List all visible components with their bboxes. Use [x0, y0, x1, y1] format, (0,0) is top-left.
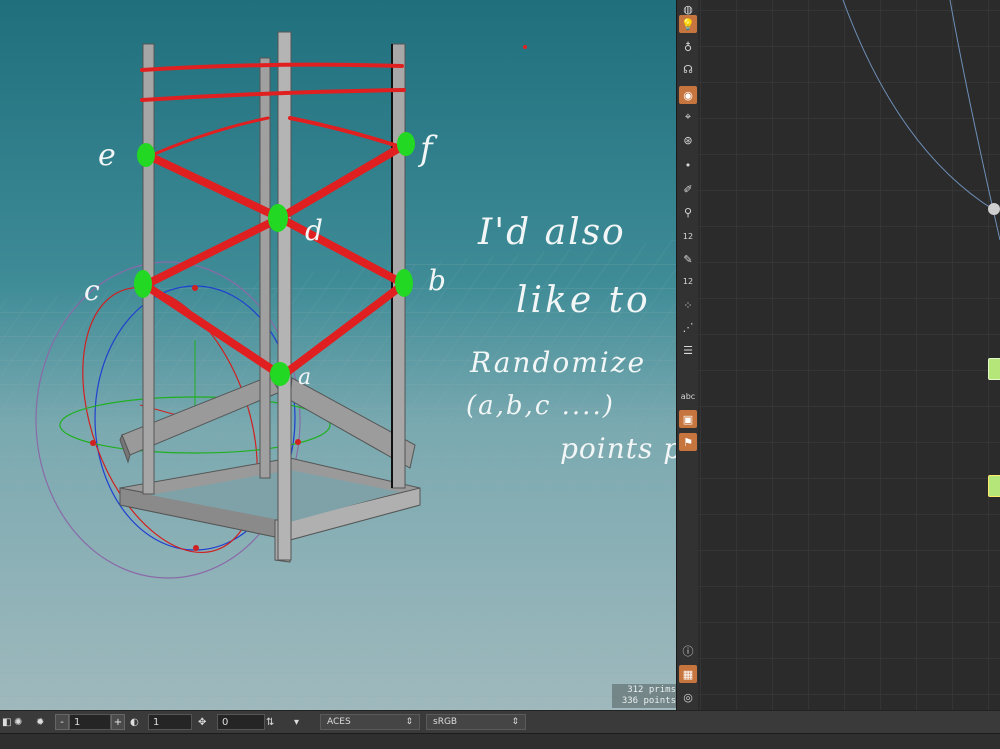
- label-c: c: [84, 274, 100, 307]
- step-minus-button[interactable]: -: [55, 714, 69, 730]
- network-view[interactable]: [698, 0, 1000, 710]
- label-b: b: [428, 264, 446, 297]
- image-icon[interactable]: ▣: [679, 410, 697, 428]
- location-icon[interactable]: ⚑: [679, 433, 697, 451]
- eye-icon[interactable]: ◎: [679, 688, 697, 706]
- brush-icon[interactable]: ✐: [679, 180, 697, 198]
- text-abc-icon[interactable]: abc: [679, 387, 697, 405]
- lut-icon[interactable]: ⇅: [266, 714, 274, 730]
- display-options-shelf: ◍ 💡 ♁ ☊ ◉ ⌖ ⊛ • ✐ ⚲ 12 ✎ 12 ⁘ ⋰ ☰ abc ▣ ⚑ ⓘ ▦ ◎: [676, 0, 700, 710]
- scene-viewport[interactable]: e f d c b a I'd also like to Randomize (…: [0, 0, 676, 710]
- point-b: [395, 269, 413, 297]
- info-icon[interactable]: ⓘ: [679, 642, 697, 660]
- render-icon[interactable]: ◉: [679, 86, 697, 104]
- paint-icon[interactable]: ✎: [679, 250, 697, 268]
- exposure-icon[interactable]: ✥: [198, 714, 206, 730]
- note-line-3: Randomize: [469, 346, 646, 379]
- display-value: sRGB: [433, 717, 458, 727]
- geometry-stats: 312 prims 336 points: [612, 684, 676, 708]
- dot-icon[interactable]: •: [679, 156, 697, 174]
- prims-count: 312 prims: [627, 685, 676, 695]
- camera-light-icon[interactable]: ☊: [679, 60, 697, 78]
- note-line-1: I'd also: [477, 212, 626, 253]
- prim-number-icon[interactable]: 12: [679, 272, 697, 290]
- display-select[interactable]: sRGB ⇕: [426, 714, 526, 730]
- sun-icon[interactable]: ✺: [14, 714, 22, 730]
- colorspace-arrow-icon: ⇕: [405, 717, 413, 727]
- point-number-icon[interactable]: 12: [679, 227, 697, 245]
- sun-settings-icon[interactable]: ✹: [36, 714, 44, 730]
- display-arrow-icon: ⇕: [511, 717, 519, 727]
- point-e: [137, 143, 155, 167]
- viewport-toolbar: ◧ ✺ ✹ - 1 + ◐ 1 ✥ 0 ⇅ ▾ ACES ⇕ sRGB ⇕: [0, 710, 1000, 733]
- label-d: d: [305, 214, 323, 247]
- point-a: [270, 362, 290, 386]
- status-footer: [0, 733, 1000, 749]
- points-count: 336 points: [621, 696, 676, 706]
- layout-icon[interactable]: ▦: [679, 665, 697, 683]
- gamma-icon[interactable]: ◐: [130, 714, 139, 730]
- vertex-icon[interactable]: ⋰: [679, 318, 697, 336]
- note-line-2: like to: [516, 280, 651, 321]
- eye-handle-icon[interactable]: ⊛: [679, 131, 697, 149]
- point-d: [268, 204, 288, 232]
- network-wires: [842, 0, 1000, 241]
- network-node-selected[interactable]: [988, 475, 1000, 497]
- wire-icon[interactable]: ◧: [2, 714, 11, 730]
- viewport-canvas[interactable]: e f d c b a I'd also like to Randomize (…: [0, 0, 676, 710]
- exposure-field[interactable]: 0: [217, 714, 265, 730]
- pin-icon[interactable]: ⚲: [679, 203, 697, 221]
- step-plus-button[interactable]: +: [111, 714, 125, 730]
- normals-icon[interactable]: ⁘: [679, 296, 697, 314]
- step-field[interactable]: 1: [69, 714, 111, 730]
- colorspace-select[interactable]: ACES ⇕: [320, 714, 420, 730]
- light-bulb-icon[interactable]: 💡: [679, 15, 697, 33]
- gamma-field[interactable]: 1: [148, 714, 192, 730]
- note-line-5: points position.: [560, 432, 676, 465]
- handle-icon[interactable]: ⌖: [679, 108, 697, 126]
- options-dropdown-arrow[interactable]: ▾: [294, 714, 299, 730]
- label-f: f: [417, 129, 438, 169]
- point-f: [397, 132, 415, 156]
- note-line-4: (a,b,c ....): [466, 391, 615, 421]
- point-c: [134, 270, 152, 298]
- label-a: a: [298, 365, 311, 390]
- colorspace-value: ACES: [327, 717, 351, 727]
- label-e: e: [98, 138, 116, 173]
- bulb-icon[interactable]: ♁: [679, 38, 697, 56]
- network-node[interactable]: [988, 358, 1000, 380]
- list-icon[interactable]: ☰: [679, 341, 697, 359]
